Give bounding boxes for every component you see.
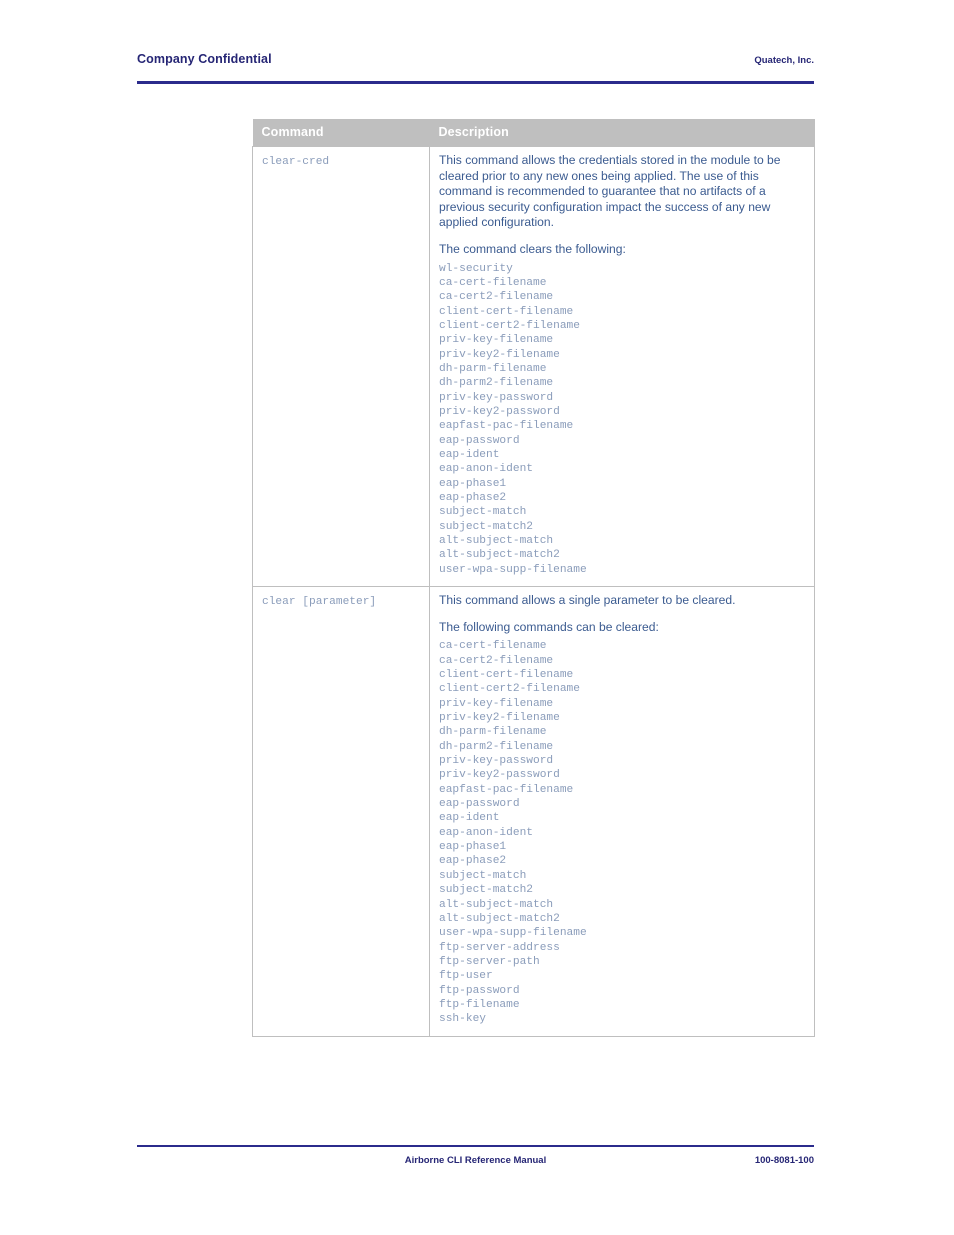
parameter-item: alt-subject-match (439, 898, 554, 911)
parameter-item: wl-security (439, 262, 513, 275)
column-header-command: Command (252, 119, 430, 147)
header-confidentiality-label: Company Confidential (137, 52, 272, 66)
parameter-item: subject-match (439, 506, 527, 519)
parameter-item: dh-parm2-filename (439, 377, 554, 390)
header-divider-rule (137, 81, 814, 84)
description-list-intro: The command clears the following: (439, 241, 626, 256)
clearable-parameter-list: ca-cert-filename ca-cert2-filename client-… (439, 639, 805, 1026)
parameter-item: eapfast-pac-filename (439, 420, 574, 433)
table-body: clear-cred This command allows the crede… (252, 145, 815, 1037)
description-list-intro: The following commands can be cleared: (439, 619, 659, 634)
page-header: Company Confidential Quatech, Inc. (137, 52, 814, 82)
cleared-parameter-list: wl-security ca-cert-filename ca-cert2-file… (439, 262, 805, 578)
table-row: clear [parameter] This command allows a … (252, 586, 815, 1037)
command-name: clear-cred (262, 156, 330, 168)
parameter-item: eap-password (439, 798, 520, 811)
column-header-description: Description (429, 119, 815, 147)
parameter-item: dh-parm2-filename (439, 740, 554, 753)
parameter-item: subject-match2 (439, 520, 533, 533)
parameter-item: priv-key2-password (439, 769, 560, 782)
parameter-item: eap-phase1 (439, 841, 507, 854)
description-paragraph: This command allows a single parameter t… (439, 593, 736, 608)
table-header-row: Command Description (252, 119, 815, 147)
parameter-item: eap-ident (439, 449, 500, 462)
parameter-item: ca-cert-filename (439, 276, 547, 289)
command-reference-table: Command Description clear-cred This comm… (252, 119, 815, 1037)
parameter-item: client-cert2-filename (439, 683, 580, 696)
parameter-item: eap-ident (439, 812, 500, 825)
parameter-item: priv-key2-filename (439, 712, 560, 725)
footer-document-title: Airborne CLI Reference Manual (404, 1155, 547, 1166)
parameter-item: eap-phase2 (439, 855, 507, 868)
parameter-item: ftp-filename (439, 998, 520, 1011)
parameter-item: priv-key-password (439, 755, 554, 768)
parameter-item: priv-key-password (439, 391, 554, 404)
parameter-item: eapfast-pac-filename (439, 783, 574, 796)
parameter-item: client-cert-filename (439, 305, 574, 318)
command-cell: clear [parameter] (252, 586, 430, 1037)
parameter-item: subject-match2 (439, 884, 533, 897)
table-header: Command Description (252, 119, 815, 147)
parameter-item: ca-cert2-filename (439, 654, 554, 667)
parameter-item: ftp-password (439, 984, 520, 997)
parameter-item: alt-subject-match (439, 535, 554, 548)
header-company-label: Quatech, Inc. (754, 55, 814, 66)
footer-divider-rule (137, 1145, 814, 1147)
parameter-item: ca-cert2-filename (439, 291, 554, 304)
parameter-item: priv-key-filename (439, 697, 554, 710)
parameter-item: ftp-server-address (439, 941, 560, 954)
parameter-item: priv-key-filename (439, 334, 554, 347)
parameter-item: eap-password (439, 434, 520, 447)
parameter-item: priv-key2-password (439, 406, 560, 418)
parameter-item: subject-match (439, 869, 527, 882)
page-footer: Airborne CLI Reference Manual 100-8081-1… (137, 1155, 814, 1175)
parameter-item: eap-phase2 (439, 492, 507, 505)
command-cell: clear-cred (252, 145, 430, 588)
parameter-item: user-wpa-supp-filename (439, 563, 587, 576)
parameter-item: dh-parm-filename (439, 726, 547, 739)
parameter-item: ca-cert-filename (439, 640, 547, 653)
parameter-item: eap-phase1 (439, 477, 507, 490)
command-name: clear [parameter] (262, 596, 377, 609)
description-cell: This command allows a single parameter t… (429, 586, 815, 1037)
description-cell: This command allows the credentials stor… (429, 145, 815, 588)
parameter-item: ftp-user (439, 970, 493, 983)
parameter-item: client-cert2-filename (439, 319, 580, 332)
parameter-item: client-cert-filename (439, 669, 574, 681)
document-page: Company Confidential Quatech, Inc. Comma… (0, 0, 954, 1235)
parameter-item: alt-subject-match2 (439, 912, 560, 925)
description-paragraph: This command allows the credentials stor… (439, 153, 781, 230)
parameter-item: eap-anon-ident (439, 463, 533, 476)
parameter-item: alt-subject-match2 (439, 549, 560, 562)
parameter-item: ssh-key (439, 1013, 486, 1026)
footer-document-number: 100-8081-100 (754, 1155, 814, 1166)
table-row: clear-cred This command allows the crede… (252, 145, 815, 588)
parameter-item: priv-key2-filename (439, 348, 560, 361)
parameter-item: dh-parm-filename (439, 362, 547, 375)
parameter-item: ftp-server-path (439, 955, 540, 968)
parameter-item: user-wpa-supp-filename (439, 927, 587, 940)
parameter-item: eap-anon-ident (439, 826, 533, 839)
